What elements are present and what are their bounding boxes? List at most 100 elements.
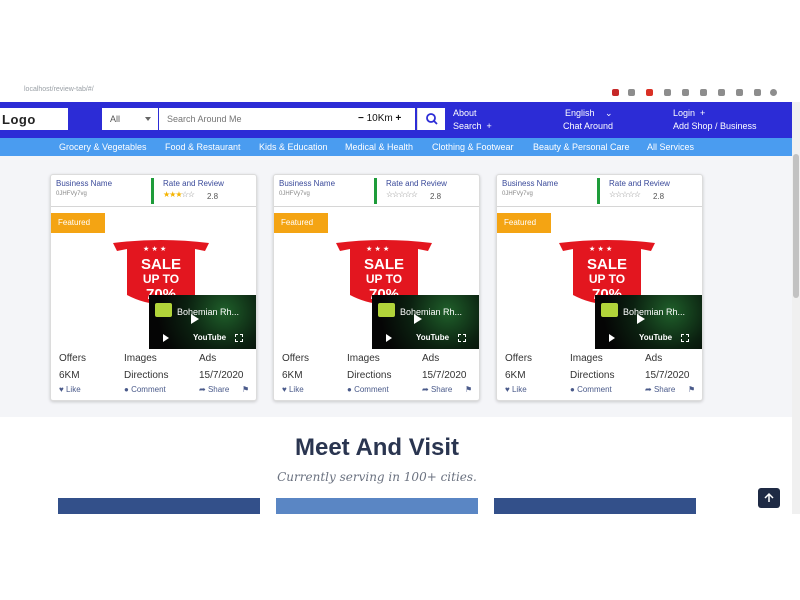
extension-icon[interactable]	[700, 89, 707, 96]
youtube-logo[interactable]: YouTube	[193, 333, 226, 342]
chat-around-link[interactable]: Chat Around	[563, 120, 613, 133]
address-bar[interactable]: localhost/review-tab/#/	[24, 86, 94, 93]
category-clothing[interactable]: Clothing & Footwear	[432, 142, 514, 152]
scrollbar-thumb[interactable]	[793, 154, 799, 298]
images-link[interactable]: Images	[570, 353, 603, 364]
extension-icon[interactable]	[736, 89, 743, 96]
youtube-logo[interactable]: YouTube	[416, 333, 449, 342]
directions-link[interactable]: Directions	[124, 370, 168, 381]
directions-link[interactable]: Directions	[347, 370, 391, 381]
plus-icon: +	[697, 108, 706, 118]
featured-badge: Featured	[497, 213, 551, 233]
page-scrollbar[interactable]	[792, 102, 800, 514]
flag-icon[interactable]: ⚑	[242, 385, 249, 394]
search-button[interactable]	[417, 108, 445, 130]
video-title[interactable]: Bohemian Rh...	[400, 307, 462, 317]
offers-link[interactable]: Offers	[59, 353, 86, 364]
play-icon[interactable]	[386, 334, 392, 342]
ads-link[interactable]: Ads	[645, 353, 662, 364]
like-button[interactable]: ♥ Like	[505, 385, 527, 394]
ads-link[interactable]: Ads	[199, 353, 216, 364]
comment-button[interactable]: ● Comment	[124, 385, 166, 394]
rating-value: 2.8	[430, 192, 442, 201]
comment-label: Comment	[354, 385, 389, 394]
business-card[interactable]: Business Name 0JHFVy7vg Rate and Review …	[496, 174, 703, 401]
ads-link[interactable]: Ads	[422, 353, 439, 364]
heart-icon: ♥	[505, 385, 512, 394]
extension-icon[interactable]	[646, 89, 653, 96]
category-kids[interactable]: Kids & Education	[259, 142, 328, 152]
business-name[interactable]: Business Name	[502, 179, 558, 188]
category-medical[interactable]: Medical & Health	[345, 142, 413, 152]
youtube-video-embed[interactable]: Bohemian Rh... YouTube	[149, 295, 256, 349]
search-link[interactable]: Search +	[453, 120, 492, 133]
play-icon[interactable]	[163, 334, 169, 342]
images-link[interactable]: Images	[124, 353, 157, 364]
like-button[interactable]: ♥ Like	[282, 385, 304, 394]
date-value: 15/7/2020	[199, 370, 244, 381]
plus-icon[interactable]: +	[396, 113, 402, 124]
comment-label: Comment	[577, 385, 612, 394]
youtube-video-embed[interactable]: Bohemian Rh... YouTube	[595, 295, 702, 349]
distance-stepper[interactable]: − 10Km +	[358, 113, 401, 124]
card-header: Business Name 0JHFVy7vg Rate and Review …	[51, 175, 256, 207]
share-button[interactable]: ➦ Share	[645, 385, 675, 394]
youtube-logo[interactable]: YouTube	[639, 333, 672, 342]
youtube-video-embed[interactable]: Bohemian Rh... YouTube	[372, 295, 479, 349]
city-image[interactable]	[276, 498, 478, 514]
star-rating[interactable]: ★★★☆☆	[163, 190, 195, 199]
city-image[interactable]	[494, 498, 696, 514]
category-beauty[interactable]: Beauty & Personal Care	[533, 142, 630, 152]
city-image[interactable]	[58, 498, 260, 514]
extension-icon[interactable]	[682, 89, 689, 96]
comment-button[interactable]: ● Comment	[347, 385, 389, 394]
flag-icon[interactable]: ⚑	[688, 385, 695, 394]
rate-review-link[interactable]: Rate and Review	[609, 179, 670, 188]
video-title[interactable]: Bohemian Rh...	[177, 307, 239, 317]
share-button[interactable]: ➦ Share	[199, 385, 229, 394]
comment-label: Comment	[131, 385, 166, 394]
star-rating[interactable]: ☆☆☆☆☆	[386, 190, 418, 199]
play-icon[interactable]	[191, 314, 199, 324]
login-link[interactable]: Login +	[673, 107, 705, 120]
site-logo[interactable]: Logo	[0, 108, 68, 130]
scroll-to-top-button[interactable]	[758, 488, 780, 508]
flag-icon[interactable]: ⚑	[465, 385, 472, 394]
play-icon[interactable]	[609, 334, 615, 342]
business-card[interactable]: Business Name 0JHFVy7vg Rate and Review …	[273, 174, 480, 401]
category-grocery[interactable]: Grocery & Vegetables	[59, 142, 147, 152]
like-button[interactable]: ♥ Like	[59, 385, 81, 394]
play-icon[interactable]	[637, 314, 645, 324]
extension-icon[interactable]	[628, 89, 635, 96]
rate-review-link[interactable]: Rate and Review	[386, 179, 447, 188]
share-button[interactable]: ➦ Share	[422, 385, 452, 394]
profile-avatar[interactable]	[770, 89, 777, 96]
play-icon[interactable]	[414, 314, 422, 324]
video-title[interactable]: Bohemian Rh...	[623, 307, 685, 317]
category-select[interactable]: All	[102, 108, 158, 130]
add-shop-link[interactable]: Add Shop / Business	[673, 120, 757, 133]
fullscreen-icon[interactable]	[458, 334, 466, 342]
about-link[interactable]: About	[453, 107, 477, 120]
extension-icon[interactable]	[664, 89, 671, 96]
directions-link[interactable]: Directions	[570, 370, 614, 381]
images-link[interactable]: Images	[347, 353, 380, 364]
extension-icon[interactable]	[718, 89, 725, 96]
fullscreen-icon[interactable]	[235, 334, 243, 342]
star-rating[interactable]: ☆☆☆☆☆	[609, 190, 641, 199]
extension-icon[interactable]	[754, 89, 761, 96]
offers-link[interactable]: Offers	[505, 353, 532, 364]
category-all-services[interactable]: All Services	[647, 142, 694, 152]
comment-button[interactable]: ● Comment	[570, 385, 612, 394]
offers-link[interactable]: Offers	[282, 353, 309, 364]
minus-icon[interactable]: −	[358, 113, 364, 124]
rate-review-link[interactable]: Rate and Review	[163, 179, 224, 188]
business-name[interactable]: Business Name	[279, 179, 335, 188]
fullscreen-icon[interactable]	[681, 334, 689, 342]
extension-icon[interactable]	[612, 89, 619, 96]
business-name[interactable]: Business Name	[56, 179, 112, 188]
business-card[interactable]: Business Name 0JHFVy7vg Rate and Review …	[50, 174, 257, 401]
svg-text:★ ★ ★: ★ ★ ★	[589, 245, 612, 253]
language-select[interactable]: English ⌄	[565, 107, 613, 120]
category-food[interactable]: Food & Restaurant	[165, 142, 241, 152]
